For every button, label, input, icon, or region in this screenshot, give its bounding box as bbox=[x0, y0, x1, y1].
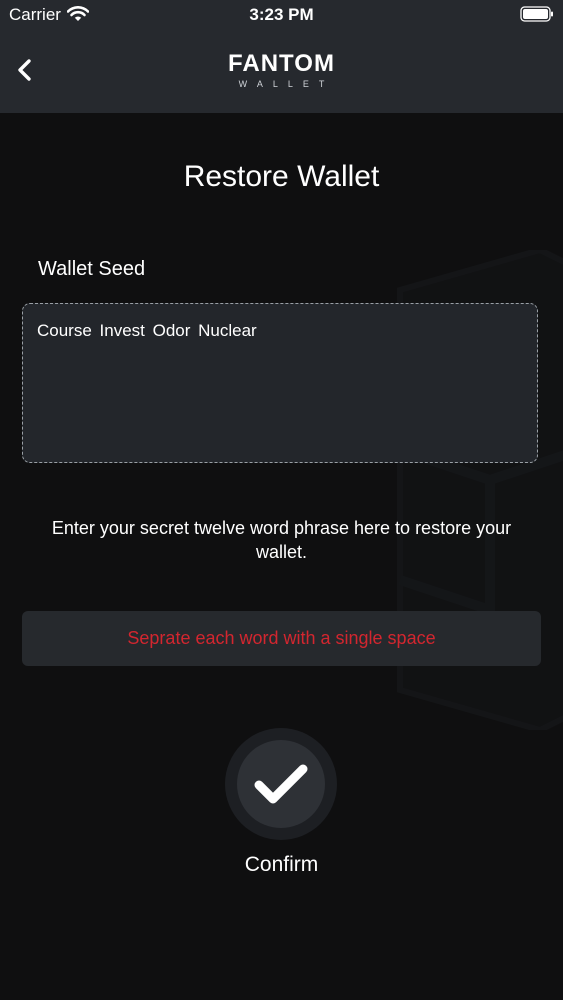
status-bar: Carrier 3:23 PM bbox=[0, 0, 563, 30]
confirm-label[interactable]: Confirm bbox=[0, 853, 563, 877]
page-title: Restore Wallet bbox=[183, 160, 380, 193]
wallet-seed-input[interactable]: Course Invest Odor Nuclear bbox=[22, 303, 538, 463]
warning-banner: Seprate each word with a single space bbox=[22, 611, 541, 666]
app-header: Carrier 3:23 PM FANTOM WALLET bbox=[0, 0, 563, 113]
checkmark-icon bbox=[254, 764, 308, 804]
confirm-button-inner[interactable] bbox=[237, 740, 325, 828]
instructions-text: Enter your secret twelve word phrase her… bbox=[51, 518, 512, 562]
confirm-button[interactable] bbox=[225, 728, 337, 840]
logo-wordmark: FANTOM bbox=[228, 50, 335, 77]
clock: 3:23 PM bbox=[249, 5, 314, 24]
battery-icon bbox=[520, 6, 553, 22]
wallet-seed-label: Wallet Seed bbox=[38, 258, 146, 280]
logo-subtitle: WALLET bbox=[238, 79, 335, 89]
fantom-logo: FANTOM WALLET bbox=[0, 50, 563, 89]
